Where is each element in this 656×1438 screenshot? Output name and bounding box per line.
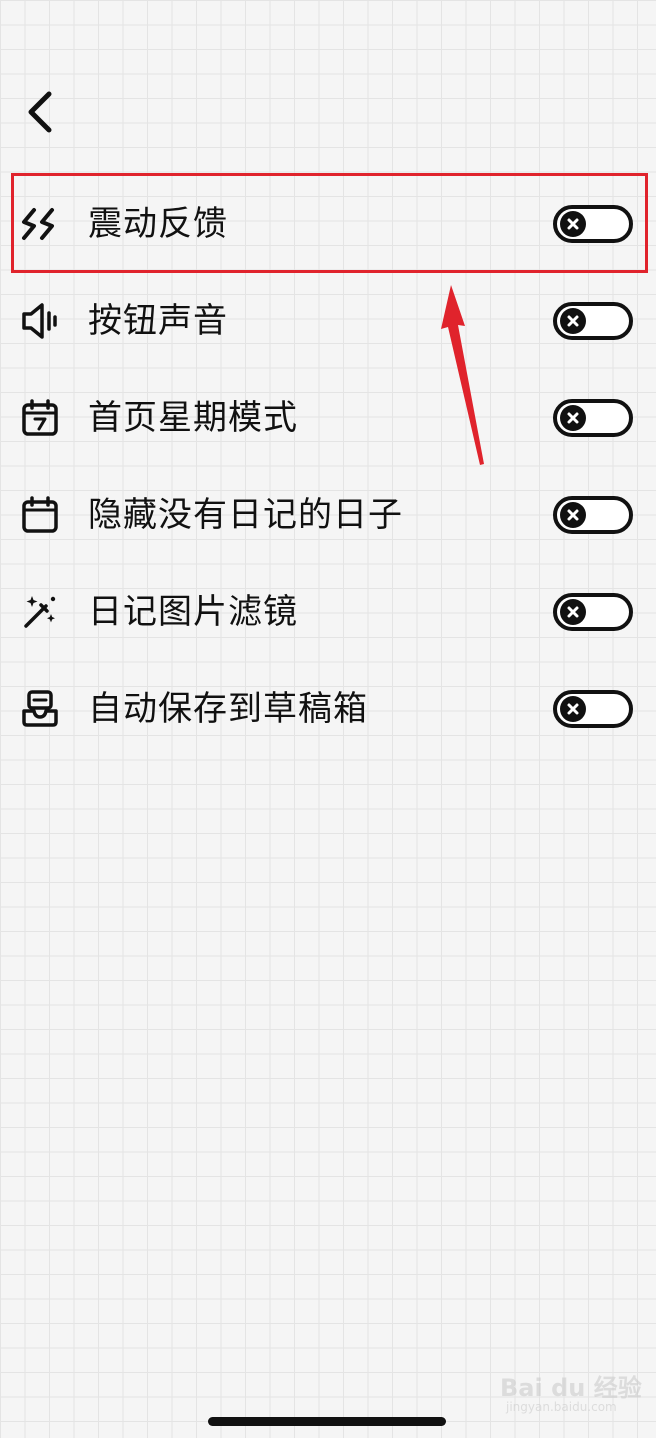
close-icon: [567, 509, 579, 520]
image-filter-toggle[interactable]: [553, 592, 633, 631]
setting-label: 按钮声音: [88, 300, 228, 341]
inbox-draft-icon: [20, 689, 60, 729]
close-icon: [567, 218, 579, 229]
vibration-icon: [20, 204, 60, 244]
calendar-week-icon: [20, 398, 60, 438]
calendar-icon: [20, 495, 60, 535]
watermark-url-text: jingyan.baidu.com: [506, 1400, 617, 1414]
setting-label: 隐藏没有日记的日子: [88, 494, 403, 535]
toggle-off-knob: [560, 695, 586, 722]
magic-wand-icon: [20, 592, 60, 632]
speaker-icon: [20, 301, 60, 341]
toggle-off-knob: [560, 501, 586, 528]
home-week-mode-toggle[interactable]: [553, 398, 633, 437]
close-icon: [567, 606, 579, 617]
chevron-left-icon: [28, 91, 52, 133]
close-icon: [567, 703, 579, 714]
setting-label: 首页星期模式: [88, 397, 298, 438]
baidu-watermark: Bai du 经验 jingyan.baidu.com: [500, 1368, 642, 1418]
home-indicator[interactable]: [208, 1417, 446, 1426]
hide-empty-days-toggle[interactable]: [553, 495, 633, 534]
toggle-off-knob: [560, 210, 586, 237]
close-icon: [567, 412, 579, 423]
setting-row-auto-save-drafts[interactable]: 自动保存到草稿箱: [0, 660, 656, 757]
toggle-off-knob: [560, 307, 586, 334]
back-button[interactable]: [18, 88, 62, 136]
vibration-feedback-toggle[interactable]: [553, 204, 633, 243]
setting-row-button-sound[interactable]: 按钮声音: [0, 272, 656, 369]
setting-row-hide-empty-days[interactable]: 隐藏没有日记的日子: [0, 466, 656, 563]
setting-row-home-week-mode[interactable]: 首页星期模式: [0, 369, 656, 466]
toggle-off-knob: [560, 404, 586, 431]
settings-list: 震动反馈 按钮声音 首页星期模式 隐藏没有日记的日子 日记图片滤镜 自动保存到草…: [0, 175, 656, 757]
setting-label: 自动保存到草稿箱: [88, 688, 368, 729]
button-sound-toggle[interactable]: [553, 301, 633, 340]
setting-label: 震动反馈: [88, 203, 228, 244]
toggle-off-knob: [560, 598, 586, 625]
watermark-logo-text: Bai du 经验: [500, 1374, 642, 1402]
setting-row-vibration-feedback[interactable]: 震动反馈: [0, 175, 656, 272]
auto-save-drafts-toggle[interactable]: [553, 689, 633, 728]
setting-label: 日记图片滤镜: [88, 591, 298, 632]
setting-row-image-filter[interactable]: 日记图片滤镜: [0, 563, 656, 660]
close-icon: [567, 315, 579, 326]
